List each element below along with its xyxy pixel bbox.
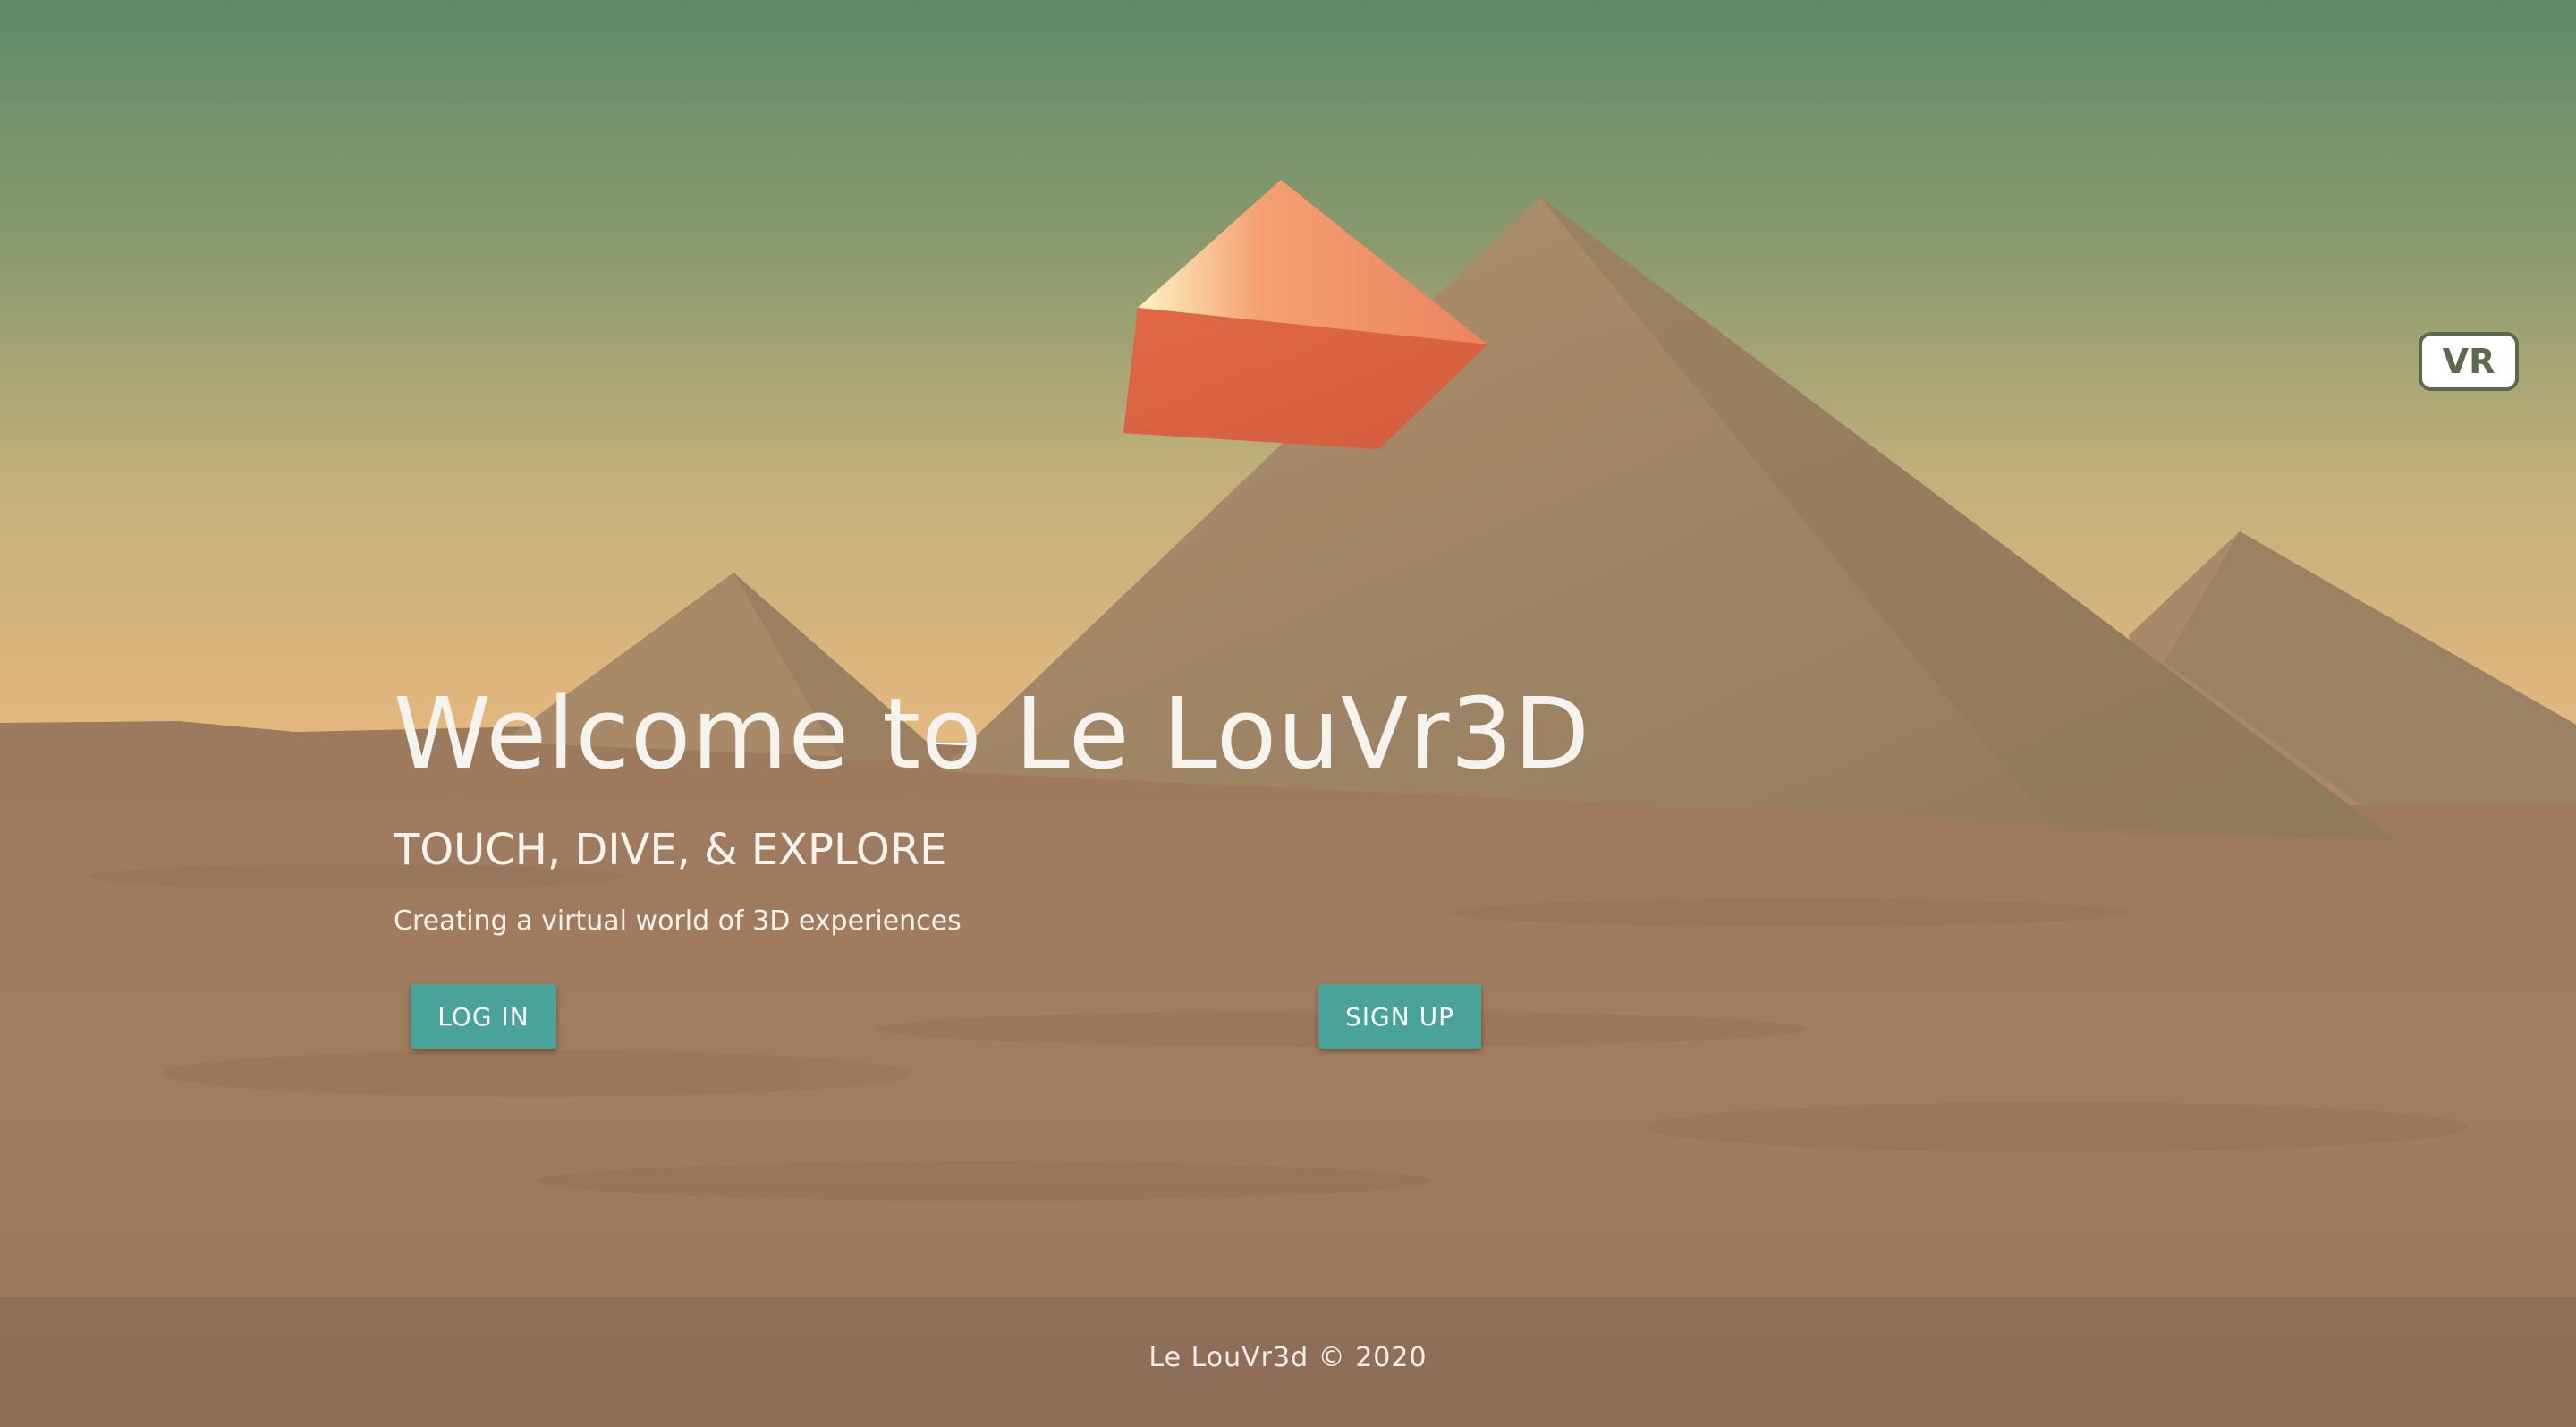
hero-tagline: Creating a virtual world of 3D experienc… (394, 905, 962, 937)
footer-copyright: Le LouVr3d © 2020 (1148, 1342, 1428, 1373)
enter-vr-button[interactable]: VR (2419, 332, 2519, 391)
login-button[interactable]: LOG IN (411, 984, 556, 1049)
hero-title: Welcome to Le LouVr3D (394, 676, 1591, 791)
signup-button[interactable]: SIGN UP (1318, 984, 1481, 1049)
hero-subtitle: TOUCH, DIVE, & EXPLORE (394, 825, 947, 875)
hero-section: Welcome to Le LouVr3D TOUCH, DIVE, & EXP… (0, 0, 2576, 1427)
vr-scene[interactable]: Welcome to Le LouVr3D TOUCH, DIVE, & EXP… (0, 0, 2576, 1427)
footer: Le LouVr3d © 2020 (0, 1297, 2576, 1427)
